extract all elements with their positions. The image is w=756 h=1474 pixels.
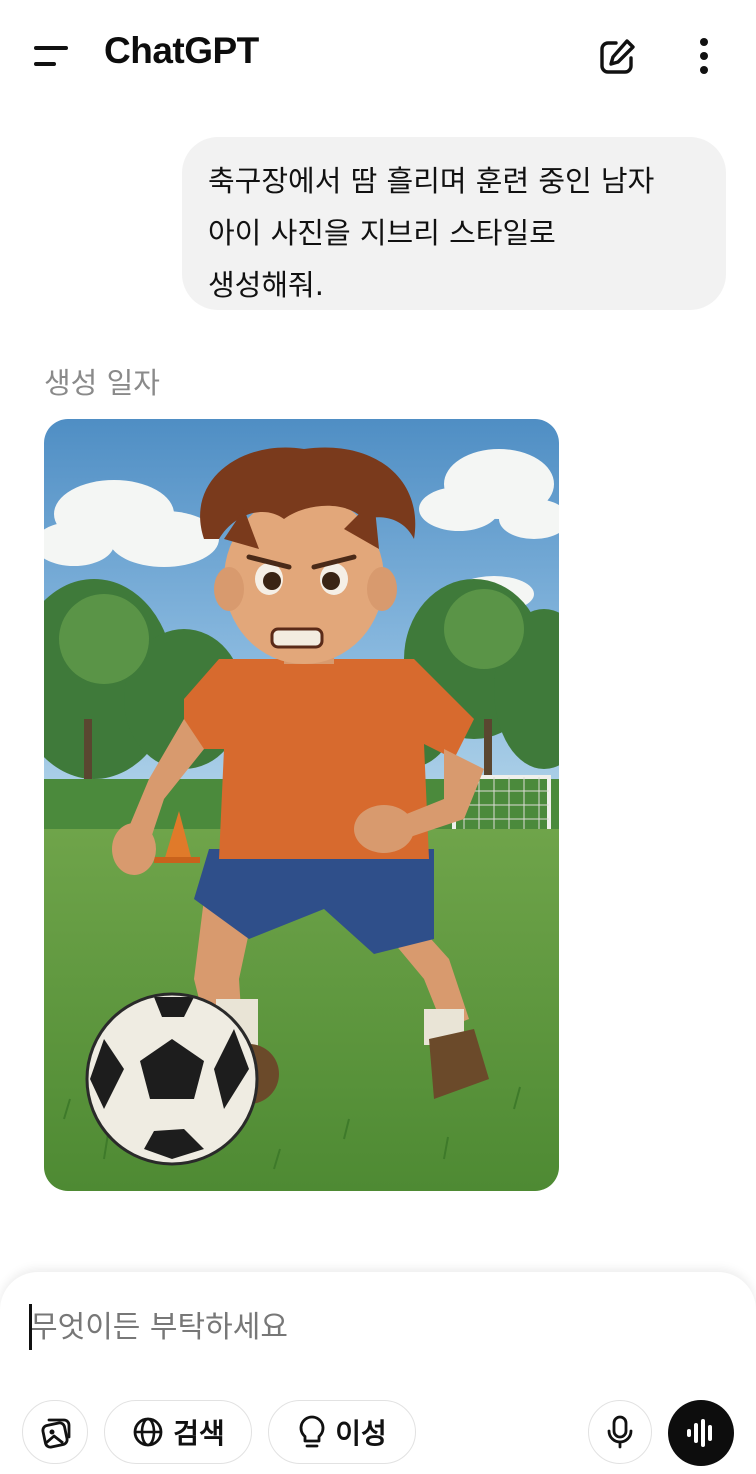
top-bar: ChatGPT <box>0 0 756 110</box>
new-chat-icon <box>600 39 635 74</box>
app-title: ChatGPT <box>104 30 259 71</box>
menu-icon <box>34 46 68 50</box>
generated-image-label: 생성 일자 <box>44 366 160 400</box>
attach-image-button[interactable] <box>22 1400 88 1464</box>
globe-icon <box>133 1417 163 1447</box>
user-message-text: 축구장에서 땀 흘리며 훈련 중인 남자 아이 사진을 지브리 스타일로 생성해… <box>208 164 655 302</box>
voice-mode-button[interactable] <box>668 1400 734 1466</box>
reason-label: 이성 <box>335 1417 387 1450</box>
attach-image-icon <box>41 1418 71 1449</box>
search-button[interactable]: 검색 <box>104 1400 252 1464</box>
text-caret <box>29 1304 32 1350</box>
more-options-button[interactable] <box>684 34 724 80</box>
reason-button[interactable]: 이성 <box>268 1400 416 1464</box>
lightbulb-icon <box>299 1415 325 1448</box>
search-label: 검색 <box>173 1417 225 1450</box>
composer: 검색 이성 <box>0 1272 756 1474</box>
soccer-boy-illustration <box>44 419 559 1191</box>
prompt-input-wrapper <box>28 1302 718 1352</box>
new-chat-button[interactable] <box>594 34 640 80</box>
menu-button[interactable] <box>28 36 76 76</box>
voice-mode-icon <box>687 1419 712 1447</box>
more-vertical-icon <box>700 38 708 74</box>
user-message-bubble: 축구장에서 땀 흘리며 훈련 중인 남자 아이 사진을 지브리 스타일로 생성해… <box>182 137 726 310</box>
prompt-input[interactable] <box>28 1302 718 1352</box>
microphone-button[interactable] <box>588 1400 652 1464</box>
microphone-icon <box>607 1415 633 1449</box>
chat-app: ChatGPT 축구장에서 땀 흘리며 훈련 중인 남자 아이 사진을 지브리 … <box>0 0 756 1474</box>
generated-image[interactable] <box>44 419 559 1191</box>
